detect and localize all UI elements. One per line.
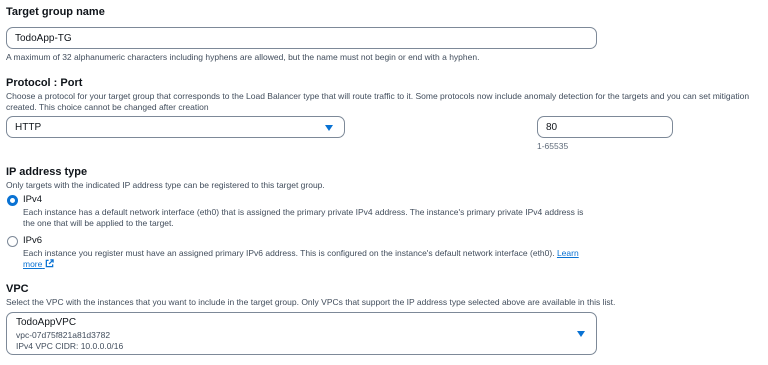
port-input[interactable] — [537, 116, 673, 138]
vpc-selected-id: vpc-07d75f821a81d3782 — [16, 330, 111, 340]
external-link-icon — [45, 259, 54, 268]
ip-address-type-description: Only targets with the indicated IP addre… — [6, 180, 325, 190]
protocol-port-label: Protocol : Port — [6, 77, 83, 89]
caret-down-icon — [325, 125, 333, 131]
target-group-name-input[interactable] — [6, 27, 597, 49]
vpc-label: VPC — [6, 283, 29, 295]
port-range-hint: 1-65535 — [537, 141, 569, 151]
ipv4-option-description: Each instance has a default network inte… — [23, 207, 584, 228]
caret-down-icon — [577, 331, 585, 337]
ip-address-type-label: IP address type — [6, 166, 88, 178]
vpc-selected-name: TodoAppVPC — [16, 317, 77, 328]
protocol-select-value: HTTP — [15, 121, 42, 133]
ipv4-option-label[interactable]: IPv4 — [23, 194, 42, 205]
target-group-name-hint: A maximum of 32 alphanumeric characters … — [6, 52, 480, 62]
ipv6-option-description: Each instance you register must have an … — [23, 248, 591, 270]
vpc-selected-cidr: IPv4 VPC CIDR: 10.0.0.0/16 — [16, 341, 124, 351]
protocol-port-description: Choose a protocol for your target group … — [6, 91, 750, 112]
vpc-select[interactable]: TodoAppVPC vpc-07d75f821a81d3782 IPv4 VP… — [6, 312, 597, 355]
vpc-description: Select the VPC with the instances that y… — [6, 297, 616, 307]
ipv6-radio[interactable] — [7, 236, 18, 247]
ipv6-option-label[interactable]: IPv6 — [23, 235, 42, 246]
protocol-select[interactable]: HTTP — [6, 116, 345, 138]
ipv4-radio[interactable] — [7, 195, 18, 206]
target-group-name-label: Target group name — [6, 6, 105, 18]
ipv6-description-text: Each instance you register must have an … — [23, 248, 555, 258]
